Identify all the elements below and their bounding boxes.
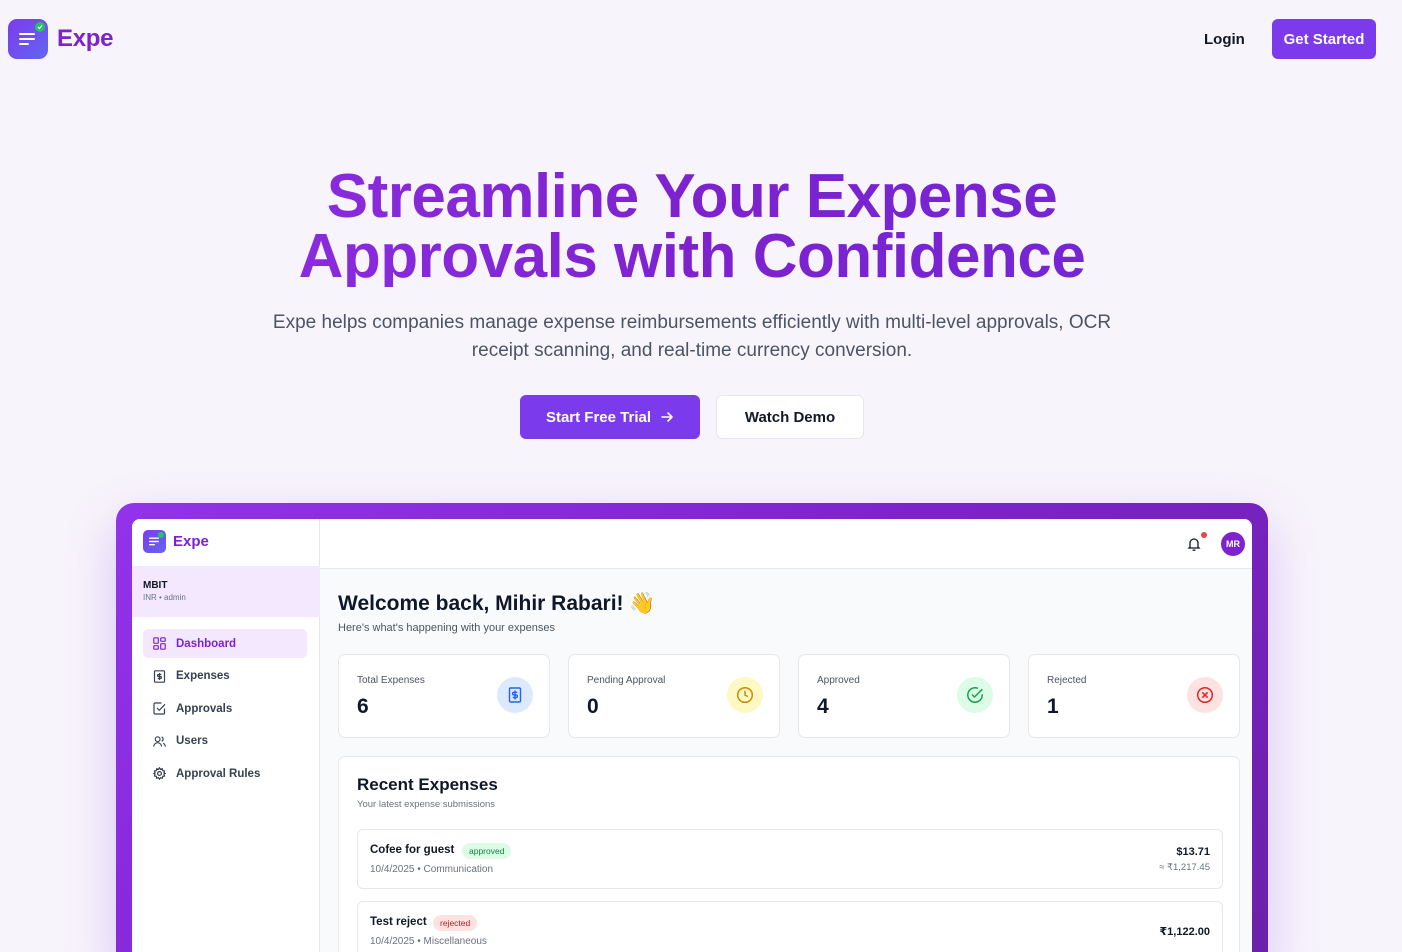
watch-demo-button[interactable]: Watch Demo xyxy=(716,395,864,439)
avatar[interactable]: MR xyxy=(1221,532,1245,556)
bell-icon[interactable] xyxy=(1186,536,1202,552)
org-info: MBIT INR • admin xyxy=(132,566,320,617)
welcome-subtitle: Here's what's happening with your expens… xyxy=(338,622,555,634)
sidebar-item-label: Expenses xyxy=(176,670,230,682)
sidebar: Expe MBIT INR • admin Dashboard Expenses… xyxy=(132,519,320,952)
dashboard-preview-frame: Expe MBIT INR • admin Dashboard Expenses… xyxy=(116,503,1268,952)
login-button[interactable]: Login xyxy=(1196,26,1253,54)
stat-label: Approved xyxy=(817,675,860,686)
stat-label: Rejected xyxy=(1047,675,1087,686)
org-name: MBIT xyxy=(143,580,168,591)
expense-converted-amount: ≈ ₹1,217.45 xyxy=(1159,862,1210,873)
stat-card-approved: Approved 4 xyxy=(798,654,1010,738)
sidebar-item-expenses[interactable]: Expenses xyxy=(143,662,307,691)
stat-label: Total Expenses xyxy=(357,675,425,686)
welcome-title: Welcome back, Mihir Rabari! 👋 xyxy=(338,592,656,615)
sidebar-item-label: Approval Rules xyxy=(176,767,261,780)
sidebar-item-label: Dashboard xyxy=(176,637,237,650)
sidebar-item-dashboard[interactable]: Dashboard xyxy=(143,629,307,658)
top-nav: Expe Login Get Started xyxy=(0,0,1402,80)
top-bar: MR xyxy=(320,519,1252,569)
expense-amount: ₹1,122.00 xyxy=(1159,926,1210,938)
check-circle-icon xyxy=(957,677,993,713)
list-item[interactable]: Test reject rejected 10/4/2025 • Miscell… xyxy=(357,901,1223,952)
start-free-trial-label: Start Free Trial xyxy=(545,408,652,426)
x-circle-icon xyxy=(1187,677,1223,713)
start-free-trial-button[interactable]: Start Free Trial xyxy=(520,395,700,439)
stat-card-rejected: Rejected 1 xyxy=(1028,654,1240,738)
status-badge: approved xyxy=(462,843,512,859)
sidebar-item-approval-rules[interactable]: Approval Rules xyxy=(143,759,307,788)
hero-subtitle-line-2: receipt scanning, and real-time currency… xyxy=(471,340,913,361)
brand[interactable]: Expe xyxy=(8,19,113,59)
stat-value: 6 xyxy=(357,695,369,718)
hero-title-line-1: Streamline Your Expense xyxy=(326,162,1058,231)
receipt-icon xyxy=(153,669,166,683)
dashboard-preview: Expe MBIT INR • admin Dashboard Expenses… xyxy=(132,519,1252,952)
list-item[interactable]: Cofee for guest approved 10/4/2025 • Com… xyxy=(357,829,1223,889)
stat-value: 1 xyxy=(1047,695,1059,718)
check-square-icon xyxy=(153,702,166,715)
recent-expenses-card: Recent Expenses Your latest expense subm… xyxy=(338,756,1240,952)
users-icon xyxy=(153,735,166,748)
expense-amount: $13.71 xyxy=(1176,846,1210,858)
status-badge: rejected xyxy=(433,915,478,931)
dashboard-icon xyxy=(153,637,166,650)
sidebar-item-users[interactable]: Users xyxy=(143,727,307,756)
stat-card-total: Total Expenses 6 xyxy=(338,654,550,738)
sidebar-item-approvals[interactable]: Approvals xyxy=(143,694,307,723)
stat-card-pending: Pending Approval 0 xyxy=(568,654,780,738)
hero-title-line-2: Approvals with Confidence xyxy=(298,222,1086,291)
expense-meta: 10/4/2025 • Miscellaneous xyxy=(370,936,487,947)
arrow-right-icon xyxy=(661,412,673,422)
dollar-receipt-icon xyxy=(497,677,533,713)
expense-name: Cofee for guest xyxy=(370,844,455,856)
notification-dot xyxy=(1201,532,1207,538)
hero-subtitle-line-1: Expe helps companies manage expense reim… xyxy=(272,312,1112,333)
get-started-button[interactable]: Get Started xyxy=(1272,19,1376,59)
sidebar-item-label: Users xyxy=(176,735,208,747)
hero-subtitle: Expe helps companies manage expense reim… xyxy=(250,309,1134,365)
main-content: MR Welcome back, Mihir Rabari! 👋 Here's … xyxy=(320,519,1252,952)
expense-meta: 10/4/2025 • Communication xyxy=(370,864,494,875)
stat-value: 4 xyxy=(817,695,829,718)
recent-expenses-subtitle: Your latest expense submissions xyxy=(357,799,496,810)
sidebar-item-label: Approvals xyxy=(176,702,233,715)
hero-title: Streamline Your Expense Approvals with C… xyxy=(0,167,1384,287)
sidebar-brand[interactable]: Expe xyxy=(143,530,209,553)
sidebar-nav: Dashboard Expenses Approvals Users Appro… xyxy=(143,629,307,792)
expense-name: Test reject xyxy=(370,916,427,928)
org-meta: INR • admin xyxy=(143,593,186,602)
brand-name: Expe xyxy=(57,25,114,52)
gear-icon xyxy=(153,767,166,780)
clock-icon xyxy=(727,677,763,713)
recent-expenses-title: Recent Expenses xyxy=(357,775,498,794)
logo-icon xyxy=(143,530,166,553)
stat-label: Pending Approval xyxy=(587,675,666,686)
stat-value: 0 xyxy=(587,695,599,718)
logo-icon xyxy=(8,19,48,59)
sidebar-brand-name: Expe xyxy=(173,533,209,550)
